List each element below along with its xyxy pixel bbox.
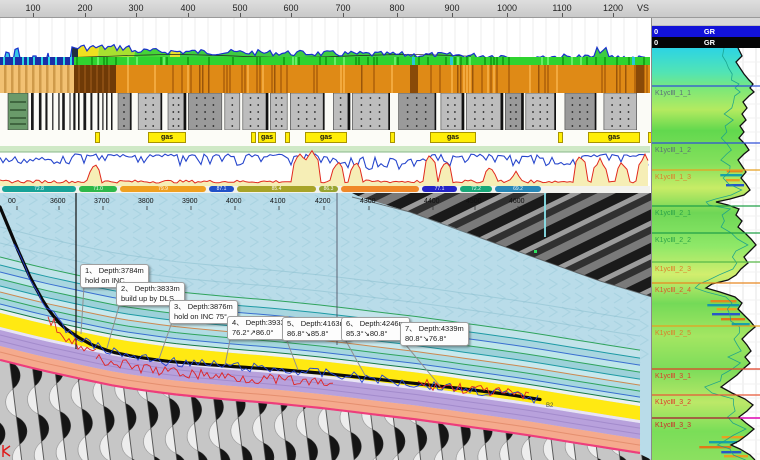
ruler-tick-label: 1100 (552, 3, 571, 13)
gas-tick (251, 132, 256, 143)
ruler-tick-label: 200 (77, 3, 92, 13)
gas-tick (95, 132, 100, 143)
inclination-segment[interactable]: 79.9 (120, 186, 206, 192)
ruler-unit-label: VS (637, 3, 649, 13)
target-point-label: B2 (546, 403, 554, 409)
depth-annotation[interactable]: 4、 Depth:393376.2°↗86.0° (227, 316, 290, 340)
gas-label: gas (258, 132, 276, 143)
depth-annotation[interactable]: 7、 Depth:4339m80.8°↘76.8° (400, 322, 469, 346)
depth-ruler-label: 4100 (270, 198, 286, 205)
formation-label: K1ycⅢ_1_1 (655, 90, 691, 97)
curve-name-label: GR (704, 38, 715, 47)
gas-shows-track[interactable]: gas gas gas gas gas (0, 130, 650, 146)
image-log-track[interactable] (0, 65, 650, 93)
inclination-segment-bar[interactable]: 72.871.079.987.185.486.3 77.172.269.2 (0, 186, 650, 193)
formation-label: K1ycⅢ_1_3 (655, 174, 691, 181)
formation-label: K1ycⅢ_2_3 (655, 266, 691, 273)
gr-type-log-panel: 0 GR 0 GR K1ycⅢ_1_1K1ycⅢ_1_2K1ycⅢ_1_3K1y… (651, 18, 760, 460)
gas-tick (285, 132, 290, 143)
inclination-segment[interactable] (341, 186, 419, 192)
depth-ruler-label: 3700 (94, 198, 110, 205)
depth-ruler-label: 4600 (509, 198, 525, 205)
depth-ruler-label: 4000 (226, 198, 242, 205)
gas-label: gas (305, 132, 347, 143)
gr-curve-header-1[interactable]: 0 GR (652, 26, 760, 37)
gr-log-view[interactable]: K1ycⅢ_1_1 K1ycⅢ_1_2 K1ycⅢ_1_3 K1ycⅢ_2_1 K1yc… (652, 48, 760, 460)
vs-ruler[interactable]: VS 100 200 300 400 500 600 700 800 900 1000 1100 12… (0, 0, 760, 18)
depth-ruler-label: 3800 (138, 198, 154, 205)
scale-min-label: 0 (654, 27, 658, 36)
inclination-segment[interactable]: 85.4 (237, 186, 316, 192)
depth-ruler-label: 4500 (466, 198, 482, 205)
scale-min-label: 0 (654, 38, 658, 47)
composite-log-track[interactable] (0, 18, 650, 57)
ruler-tick-label: 100 (25, 3, 40, 13)
gas-label: gas (148, 132, 186, 143)
gas-label: gas (588, 132, 640, 143)
inclination-segment[interactable]: 86.3 (319, 186, 338, 192)
ruler-tick-label: 500 (232, 3, 247, 13)
formation-label: K1ycⅢ_2_1 (655, 210, 691, 217)
depth-ruler-label: 4200 (315, 198, 331, 205)
inclination-segment[interactable]: 87.1 (209, 186, 234, 192)
ruler-tick-label: 900 (444, 3, 459, 13)
lithology-track[interactable] (0, 93, 650, 130)
formation-label: K1ycⅢ_2_2 (655, 237, 691, 244)
inclination-segment[interactable]: 69.2 (495, 186, 541, 192)
inclination-segment[interactable]: 77.1 (422, 186, 457, 192)
gas-label: gas (430, 132, 476, 143)
curve-name-label: GR (704, 27, 715, 36)
ruler-tick-label: 600 (283, 3, 298, 13)
color-band-track[interactable] (0, 57, 650, 65)
depth-ruler-label: 4300 (360, 198, 376, 205)
depth-ruler-label: 00 (8, 198, 16, 205)
geosteering-app: VS 100 200 300 400 500 600 700 800 900 1000 1100 12… (0, 0, 760, 460)
ruler-tick-label: 300 (128, 3, 143, 13)
gr-resistivity-track[interactable] (0, 146, 650, 186)
formation-label: K1ycⅢ_1_2 (655, 147, 691, 154)
depth-ruler-label: 3600 (50, 198, 66, 205)
inclination-segment[interactable]: 71.0 (79, 186, 117, 192)
inclination-segment[interactable]: 72.2 (460, 186, 492, 192)
ruler-tick-label: 1000 (497, 3, 517, 13)
formation-label: K1ycⅢ_3_3 (655, 422, 691, 429)
depth-ruler-label: 3900 (182, 198, 198, 205)
ruler-tick-label: 400 (180, 3, 195, 13)
inclination-segment[interactable]: 72.8 (2, 186, 76, 192)
panel-top-spacer (652, 18, 760, 26)
gr-curve-header-2[interactable]: 0 GR (652, 37, 760, 48)
ruler-tick-label: 1200 (603, 3, 623, 13)
section-origin-marker-icon (1, 443, 13, 459)
formation-label: K1ycⅢ_3_2 (655, 399, 691, 406)
formation-label: K1ycⅢ_3_1 (655, 373, 691, 380)
ruler-tick-label: 700 (335, 3, 350, 13)
gas-tick (558, 132, 563, 143)
gas-tick (390, 132, 395, 143)
formation-label: K1ycⅢ_2_4 (655, 287, 691, 294)
depth-ruler-label: 4400 (424, 198, 440, 205)
formation-label: K1ycⅢ_2_5 (655, 330, 691, 337)
ruler-tick-label: 800 (389, 3, 404, 13)
